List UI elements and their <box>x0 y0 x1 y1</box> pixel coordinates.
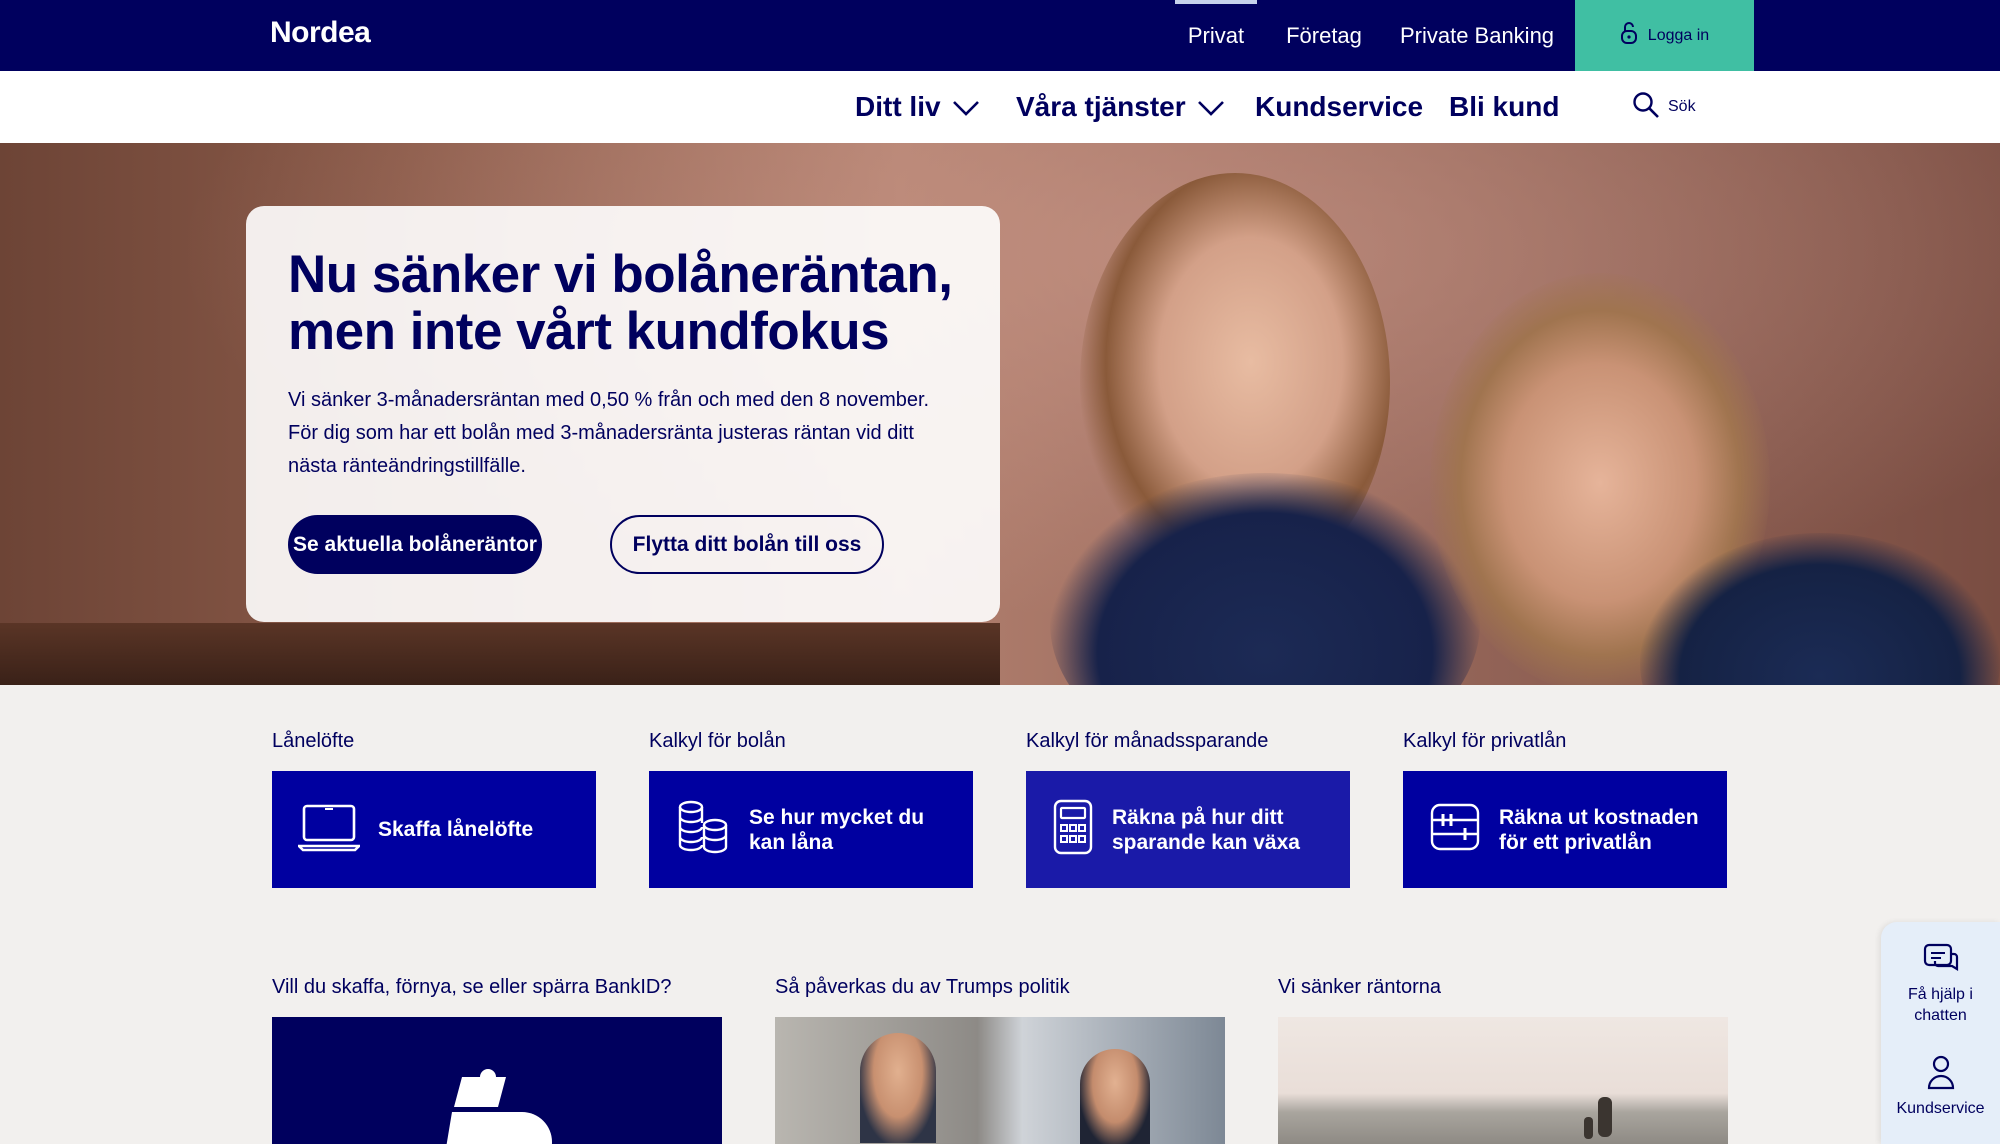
hero-card: Nu sänker vi bolåneräntan, men inte vårt… <box>246 206 1000 622</box>
search-label: Sök <box>1668 98 1696 115</box>
nav-item-label: Kundservice <box>1255 91 1424 122</box>
help-widget: Få hjälp i chatten Kundservice <box>1881 922 2000 1144</box>
portrait-man-right <box>1080 1049 1150 1144</box>
quick-link-label-manadssparande: Kalkyl för månadssparande <box>1026 730 1269 752</box>
person-icon <box>1881 1054 2000 1098</box>
login-button[interactable]: Logga in <box>1575 0 1754 71</box>
nav-item-label: Ditt liv <box>855 91 941 122</box>
hero-banner: Nu sänker vi bolåneräntan, men inte vårt… <box>0 143 2000 685</box>
portrait-man-left <box>860 1033 936 1143</box>
coins-icon <box>675 799 731 861</box>
quick-link-lanelofte[interactable]: Skaffa lånelöfte <box>272 771 596 888</box>
login-label: Logga in <box>1647 26 1710 44</box>
hero-title: Nu sänker vi bolåneräntan, men inte vårt… <box>288 245 953 361</box>
quick-link-label-bolan: Kalkyl för bolån <box>649 730 786 752</box>
chevron-down-icon <box>952 91 979 123</box>
calculator-icon <box>1052 798 1094 862</box>
quick-link-bolan[interactable]: Se hur mycket du kan låna <box>649 771 973 888</box>
chat-help-button[interactable]: Få hjälp i chatten <box>1881 942 2000 1026</box>
quick-link-text: Se hur mycket du kan låna <box>749 805 925 854</box>
segment-foretag[interactable]: Företag <box>1280 0 1368 71</box>
nordea-logo[interactable]: Nordea <box>270 16 371 50</box>
chevron-down-icon <box>1197 91 1224 123</box>
segment-privat[interactable]: Privat <box>1175 0 1257 71</box>
lock-icon <box>1620 21 1638 50</box>
top-bar: Nordea Privat Företag Private Banking Lo… <box>0 0 2000 71</box>
nav-item-kundservice[interactable]: Kundservice <box>1255 71 1423 143</box>
main-nav: Ditt liv Våra tjänster Kundservice Bli k… <box>0 71 2000 143</box>
chat-bubbles-icon <box>1881 942 2000 984</box>
article-image-beach[interactable] <box>1278 1017 1728 1144</box>
bankid-logo-icon <box>422 1067 572 1144</box>
move-mortgage-button[interactable]: Flytta ditt bolån till oss <box>610 515 884 574</box>
nav-item-label: Bli kund <box>1449 91 1560 122</box>
chat-help-label: Få hjälp i chatten <box>1908 986 1973 1024</box>
hero-body: Vi sänker 3-månadersräntan med 0,50 % fr… <box>288 389 930 477</box>
segment-private-banking[interactable]: Private Banking <box>1397 0 1557 71</box>
quick-link-text: Räkna ut kostnaden för ett privatlån <box>1499 805 1699 854</box>
laptop-icon <box>295 802 363 858</box>
quick-link-label-lanelofte: Lånelöfte <box>272 730 355 752</box>
hero-photo-shelf <box>0 623 1000 685</box>
search-icon <box>1632 91 1660 124</box>
article-image-trump[interactable] <box>775 1017 1225 1144</box>
current-mortgage-rates-button[interactable]: Se aktuella bolåneräntor <box>288 515 542 574</box>
quick-link-text: Skaffa lånelöfte <box>378 818 534 841</box>
quick-link-privatlan[interactable]: Räkna ut kostnaden för ett privatlån <box>1403 771 1727 888</box>
beach-figure-child <box>1584 1117 1593 1139</box>
nav-item-bli-kund[interactable]: Bli kund <box>1449 71 1559 143</box>
nav-item-vara-tjanster[interactable]: Våra tjänster <box>1016 71 1224 143</box>
nav-item-ditt-liv[interactable]: Ditt liv <box>855 71 979 143</box>
beach-figure-adult <box>1598 1097 1612 1137</box>
nav-item-label: Våra tjänster <box>1016 91 1186 122</box>
article-label-rates[interactable]: Vi sänker räntorna <box>1278 976 1441 999</box>
kundservice-widget-label: Kundservice <box>1896 1100 1985 1117</box>
article-label-bankid[interactable]: Vill du skaffa, förnya, se eller spärra … <box>272 976 671 999</box>
article-label-trump[interactable]: Så påverkas du av Trumps politik <box>775 976 1070 999</box>
kundservice-widget-button[interactable]: Kundservice <box>1881 1054 2000 1119</box>
search-button[interactable]: Sök <box>1632 71 1696 143</box>
quick-link-manadssparande[interactable]: Räkna på hur ditt sparande kan växa <box>1026 771 1350 888</box>
quick-link-text: Räkna på hur ditt sparande kan växa <box>1112 805 1300 854</box>
quick-link-label-privatlan: Kalkyl för privatlån <box>1403 730 1567 752</box>
article-image-bankid[interactable] <box>272 1017 722 1144</box>
abacus-icon <box>1429 802 1481 858</box>
